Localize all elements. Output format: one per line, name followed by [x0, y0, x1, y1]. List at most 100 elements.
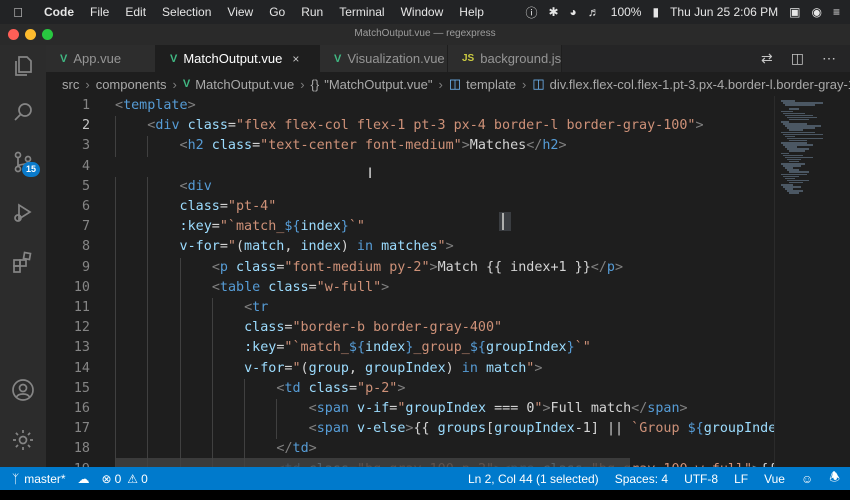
menu-window[interactable]: Window	[393, 5, 452, 19]
warning-count: 0	[141, 471, 148, 486]
close-tab-icon[interactable]: ×	[292, 52, 299, 66]
tab-matchoutput-vue[interactable]: V MatchOutput.vue ×	[156, 45, 320, 72]
line-number: 17	[73, 421, 90, 437]
indent-guide	[179, 358, 181, 379]
breadcrumb-object[interactable]: "MatchOutput.vue"	[324, 77, 432, 92]
code-token: <	[115, 98, 124, 113]
horizontal-scrollbar[interactable]	[116, 458, 630, 467]
cube-icon: ◫	[448, 76, 462, 91]
vue-file-icon: V	[182, 78, 191, 90]
battery-icon[interactable]: ▮	[652, 5, 659, 19]
run-debug-icon[interactable]	[10, 199, 36, 225]
indent-guide	[147, 237, 149, 258]
menu-terminal[interactable]: Terminal	[331, 5, 392, 19]
menu-selection[interactable]: Selection	[154, 5, 219, 19]
indent-guide	[147, 378, 149, 399]
info-icon[interactable]: ⓘ	[525, 4, 537, 21]
search-icon[interactable]	[10, 99, 36, 125]
indentation[interactable]: Spaces: 4	[615, 472, 668, 486]
menu-help[interactable]: Help	[451, 5, 492, 19]
notifications-bell-icon[interactable]: 🕭	[829, 468, 840, 489]
code-token: v-for	[179, 239, 220, 255]
line-number: 6	[81, 199, 90, 214]
code-line: 17 <span v-else>{{ groups[groupIndex-1] |…	[46, 419, 774, 440]
chevron-right-icon: ›	[438, 76, 443, 92]
indent-guide	[211, 439, 213, 460]
breadcrumb-template[interactable]: template	[466, 77, 516, 92]
tab-label: App.vue	[73, 51, 122, 66]
sync-icon[interactable]: ☁	[78, 472, 90, 486]
menu-run[interactable]: Run	[293, 5, 331, 19]
battery-percent[interactable]: 100%	[611, 5, 642, 19]
branch-status[interactable]: ᛉ master*	[12, 472, 66, 486]
code-token: class	[236, 259, 277, 275]
indent-guide	[115, 136, 116, 157]
language-mode[interactable]: Vue	[764, 472, 785, 486]
code-token: span	[316, 401, 349, 416]
volume-icon[interactable]: ♬	[588, 5, 600, 19]
code-token: <	[179, 138, 188, 154]
end-of-line[interactable]: LF	[734, 472, 748, 486]
extensions-icon[interactable]	[10, 249, 36, 275]
menu-view[interactable]: View	[219, 5, 261, 19]
indent-guide	[115, 338, 116, 359]
chevron-right-icon: ›	[300, 76, 305, 92]
indent-guide	[244, 378, 246, 399]
code-token: ,	[348, 360, 366, 376]
menu-app-name[interactable]: Code	[36, 5, 82, 19]
minimap[interactable]	[774, 96, 850, 467]
code-text: class="pt-4"	[180, 197, 277, 217]
bluetooth-icon[interactable]: ✱	[548, 5, 558, 19]
feedback-icon[interactable]: ☺	[801, 472, 813, 486]
code-token: =	[219, 199, 228, 214]
manage-gear-icon[interactable]	[10, 427, 36, 453]
indent-guide	[179, 399, 181, 420]
code-token: (	[235, 239, 245, 255]
split-editor-icon[interactable]: ◫	[791, 50, 804, 67]
datetime[interactable]: Thu Jun 25 2:06 PM	[670, 5, 778, 19]
code-token: </	[526, 138, 543, 154]
menu-go[interactable]: Go	[261, 5, 293, 19]
indent-guide	[147, 439, 149, 460]
breadcrumb-element[interactable]: div.flex.flex-col.flex-1.pt-3.px-4.borde…	[550, 77, 850, 92]
menu-edit[interactable]: Edit	[117, 5, 154, 19]
breadcrumb-file[interactable]: MatchOutput.vue	[195, 77, 294, 92]
siri-icon[interactable]: ◉	[812, 5, 822, 19]
code-token: =	[219, 239, 228, 255]
menu-file[interactable]: File	[82, 5, 117, 19]
code-token: [	[486, 421, 495, 437]
more-actions-icon[interactable]: ⋯	[822, 50, 836, 67]
code-token: groups	[437, 421, 487, 437]
code-editor[interactable]: 1 <template> 2 <div class="flex flex-col fl…	[46, 96, 774, 467]
code-token: "pt-4"	[227, 199, 277, 214]
account-icon[interactable]	[10, 377, 36, 403]
wifi-icon[interactable]: ◕	[570, 5, 577, 19]
error-icon: ⊗	[101, 471, 112, 486]
open-changes-icon[interactable]: ⇄	[761, 50, 773, 67]
problems-status[interactable]: ⊗ 0 ⚠ 0	[102, 472, 148, 486]
screen-mirror-icon[interactable]: ▣	[789, 5, 800, 19]
vue-file-icon: V	[60, 52, 68, 65]
code-token: =	[348, 380, 358, 396]
code-text: <table class="w-full">	[212, 278, 389, 298]
tab-app-vue[interactable]: V App.vue	[46, 45, 156, 72]
code-line: 1 <template>	[46, 96, 774, 116]
code-token: -1] ||	[574, 421, 632, 437]
explorer-icon[interactable]	[10, 53, 36, 79]
tab-background-js[interactable]: JS background.js	[448, 45, 562, 72]
indent-guide	[147, 197, 149, 218]
control-center-icon[interactable]: ≡	[833, 5, 840, 19]
code-token: "p-2"	[357, 380, 398, 396]
code-token: match_	[300, 340, 349, 356]
encoding[interactable]: UTF-8	[684, 472, 718, 486]
breadcrumb-src[interactable]: src	[62, 77, 79, 92]
breadcrumb-components[interactable]: components	[96, 77, 167, 92]
code-token: span	[647, 401, 680, 416]
code-token: ${	[469, 340, 486, 356]
apple-icon[interactable]: 	[0, 5, 36, 20]
cursor-position[interactable]: Ln 2, Col 44 (1 selected)	[468, 472, 599, 486]
tab-visualization-vue[interactable]: V Visualization.vue	[320, 45, 448, 72]
